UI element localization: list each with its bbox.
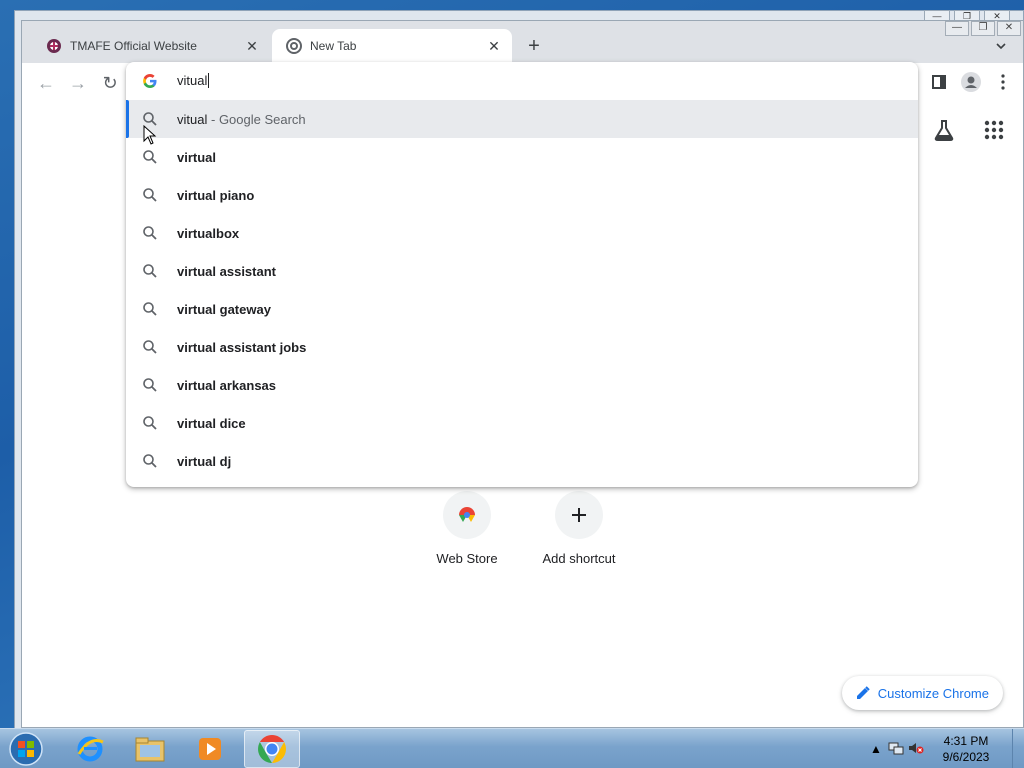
internet-explorer-icon[interactable] <box>62 730 118 768</box>
suggestion-label: vitual - Google Search <box>177 111 306 127</box>
suggestion-row[interactable]: virtual dj <box>126 442 918 480</box>
omnibox-text[interactable]: vitual <box>177 73 210 88</box>
pencil-icon <box>856 686 870 699</box>
start-orb-icon[interactable] <box>6 730 46 768</box>
suggestion-label: virtual <box>177 149 217 165</box>
search-icon <box>143 188 157 202</box>
suggestion-row[interactable]: vitual - Google Search <box>126 100 918 138</box>
suggestion-label: virtual arkansas <box>177 377 277 393</box>
volume-muted-icon[interactable] <box>906 741 926 758</box>
search-icon <box>143 340 157 354</box>
ntp-top-right-icons <box>931 117 1007 143</box>
back-arrow-icon[interactable]: ← <box>34 71 58 95</box>
toolbar-right <box>927 69 1015 95</box>
suggestion-row[interactable]: virtual assistant <box>126 252 918 290</box>
tab-strip: — ❐ ✕ TMAFE Official Website ✕ New Tab ✕… <box>22 21 1023 63</box>
chrome-taskbar-icon[interactable] <box>244 730 300 768</box>
text-caret <box>208 73 210 88</box>
search-icon <box>143 226 157 240</box>
web-store-icon <box>443 491 491 539</box>
suggestion-label: virtual dj <box>177 453 232 469</box>
search-icon <box>143 378 157 392</box>
add-icon <box>555 491 603 539</box>
search-icon <box>143 302 157 316</box>
tab-new-tab[interactable]: New Tab ✕ <box>272 29 512 63</box>
forward-arrow-icon[interactable]: → <box>66 71 90 95</box>
show-desktop-button[interactable] <box>1012 729 1024 768</box>
search-icon <box>143 264 157 278</box>
suggestion-row[interactable]: virtual arkansas <box>126 366 918 404</box>
tmafe-favicon-icon <box>47 39 61 53</box>
side-panel-icon[interactable] <box>927 69 951 95</box>
shortcut-add[interactable]: Add shortcut <box>529 491 629 566</box>
tab-tmafe[interactable]: TMAFE Official Website ✕ <box>32 29 270 63</box>
new-tab-button[interactable]: + <box>522 35 546 59</box>
suggestion-label: virtual assistant jobs <box>177 339 307 355</box>
suggestion-label: virtual piano <box>177 187 255 203</box>
customize-chrome-button[interactable]: Customize Chrome <box>841 676 1003 710</box>
suggestion-row[interactable]: virtual gateway <box>126 290 918 328</box>
search-icon <box>143 454 157 468</box>
google-g-icon <box>143 74 157 88</box>
system-tray: ▲ 4:31 PM 9/6/2023 <box>866 729 1024 768</box>
show-hidden-icons-icon[interactable]: ▲ <box>866 742 886 756</box>
windows-taskbar: ▲ 4:31 PM 9/6/2023 <box>0 728 1024 768</box>
labs-flask-icon[interactable] <box>931 117 957 143</box>
address-bar[interactable]: vitual <box>126 62 918 100</box>
omnibox-dropdown: vitual vitual - Google Search virtual vi… <box>126 62 918 487</box>
suggestion-row[interactable]: virtual dice <box>126 404 918 442</box>
suggestion-label: virtual gateway <box>177 301 271 317</box>
search-icon <box>143 150 157 164</box>
chrome-favicon-icon <box>286 38 302 54</box>
mouse-cursor-icon <box>143 125 157 145</box>
google-apps-grid-icon[interactable] <box>981 117 1007 143</box>
suggestion-row[interactable]: virtualbox <box>126 214 918 252</box>
search-icon <box>143 416 157 430</box>
network-icon[interactable] <box>886 741 906 758</box>
tab-close-icon[interactable]: ✕ <box>244 38 260 54</box>
window-controls: — ❐ ✕ <box>945 21 1021 36</box>
clock-date: 9/6/2023 <box>942 750 990 764</box>
shortcut-label: Web Store <box>436 551 498 566</box>
suggestion-row[interactable]: virtual <box>126 138 918 176</box>
profile-avatar-icon[interactable] <box>959 69 983 95</box>
media-player-icon[interactable] <box>182 730 238 768</box>
clock-time: 4:31 PM <box>943 734 989 748</box>
maximize-button[interactable]: ❐ <box>971 21 995 36</box>
shortcut-label: Add shortcut <box>542 551 616 566</box>
close-window-button[interactable]: ✕ <box>997 21 1021 36</box>
suggestion-row[interactable]: virtual assistant jobs <box>126 328 918 366</box>
file-explorer-icon[interactable] <box>122 730 178 768</box>
tab-title: TMAFE Official Website <box>70 39 197 53</box>
customize-label: Customize Chrome <box>877 685 989 701</box>
menu-kebab-icon[interactable] <box>991 69 1015 95</box>
suggestion-label: virtualbox <box>177 225 240 241</box>
suggestion-label: virtual dice <box>177 415 246 431</box>
minimize-button[interactable]: — <box>945 21 969 36</box>
suggestion-label: virtual assistant <box>177 263 276 279</box>
suggestion-row[interactable]: virtual piano <box>126 176 918 214</box>
tab-close-icon[interactable]: ✕ <box>486 38 502 54</box>
tab-title: New Tab <box>310 39 357 53</box>
shortcut-web-store[interactable]: Web Store <box>417 491 517 566</box>
reload-icon[interactable]: ↻ <box>98 71 122 95</box>
clock[interactable]: 4:31 PM 9/6/2023 <box>926 733 1006 765</box>
tab-search-chevron-icon[interactable] <box>989 35 1013 59</box>
